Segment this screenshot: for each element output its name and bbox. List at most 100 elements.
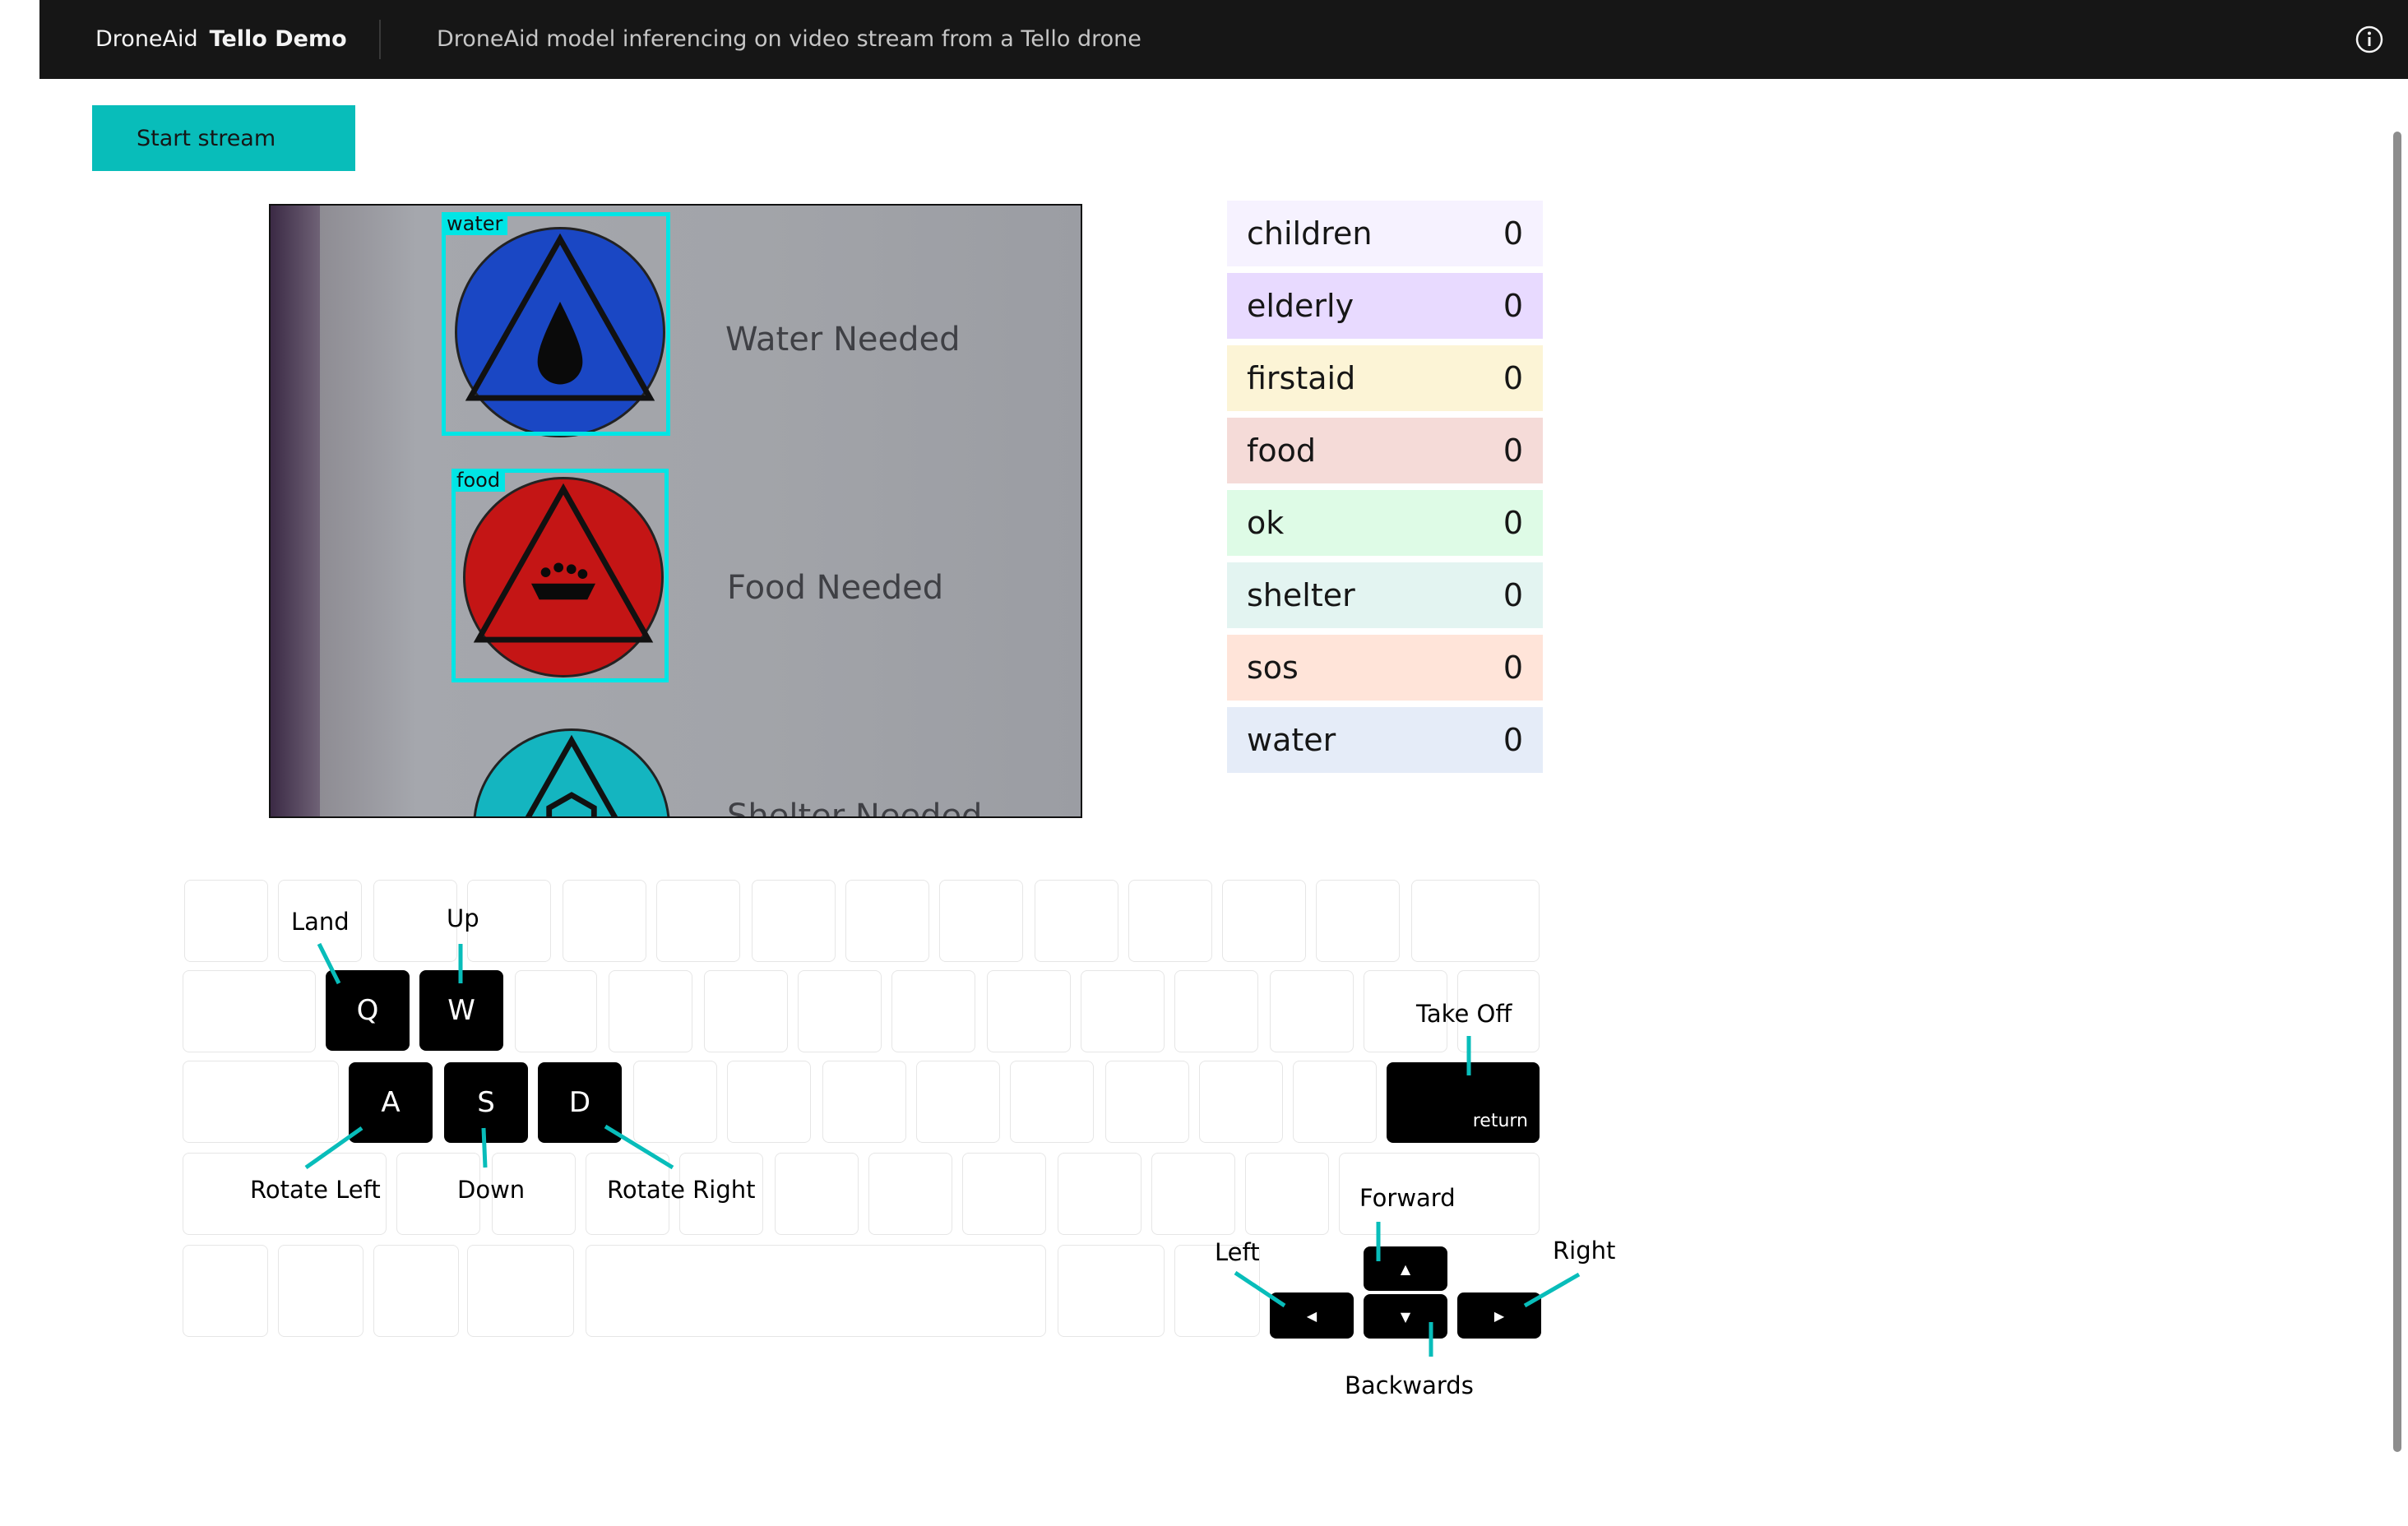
count-row-shelter: shelter 0 <box>1227 562 1543 628</box>
outline-key <box>704 970 788 1052</box>
count-value: 0 <box>1503 722 1523 758</box>
outline-key <box>183 1061 339 1143</box>
outline-key <box>775 1153 859 1235</box>
left-gutter <box>0 0 39 79</box>
water-sign-caption: Water Needed <box>725 321 961 358</box>
label-land: Land <box>291 908 350 936</box>
label-forward: Forward <box>1359 1184 1456 1212</box>
outline-key <box>1058 1153 1141 1235</box>
video-edge-shadow <box>271 206 320 816</box>
key-s[interactable]: S <box>444 1062 528 1143</box>
shelter-sign-image <box>473 728 670 816</box>
outline-key <box>184 880 268 962</box>
outline-key <box>467 880 551 962</box>
count-label: firstaid <box>1247 360 1356 396</box>
count-label: elderly <box>1247 288 1354 324</box>
count-value: 0 <box>1503 577 1523 613</box>
outline-key <box>1293 1061 1377 1143</box>
outline-key <box>183 1153 387 1235</box>
outline-key <box>1174 1245 1260 1337</box>
count-row-firstaid: firstaid 0 <box>1227 345 1543 411</box>
outline-key <box>373 880 457 962</box>
key-w[interactable]: W <box>419 970 503 1051</box>
outline-key <box>868 1153 952 1235</box>
outline-key <box>1081 970 1165 1052</box>
outline-key <box>822 1061 906 1143</box>
outline-key <box>1457 970 1540 1052</box>
count-label: children <box>1247 215 1373 252</box>
shelter-sign-graphic <box>525 734 618 816</box>
page-scrollbar[interactable] <box>2393 132 2401 1452</box>
key-down-arrow[interactable]: ▼ <box>1364 1294 1447 1339</box>
count-label: sos <box>1247 650 1299 686</box>
app-brand[interactable]: DroneAid Tello Demo <box>95 0 347 79</box>
header-subtitle: DroneAid model inferencing on video stre… <box>437 26 1141 52</box>
count-row-sos: sos 0 <box>1227 635 1543 701</box>
count-row-children: children 0 <box>1227 201 1543 266</box>
count-value: 0 <box>1503 288 1523 324</box>
key-up-arrow[interactable]: ▲ <box>1364 1246 1447 1291</box>
detection-counts: children 0 elderly 0 firstaid 0 food 0 o… <box>1227 201 1543 779</box>
outline-key <box>1339 1153 1540 1235</box>
label-down: Down <box>457 1176 526 1204</box>
outline-key <box>1364 970 1447 1052</box>
outline-key <box>278 880 362 962</box>
outline-key <box>916 1061 1000 1143</box>
outline-key <box>633 1061 717 1143</box>
outline-key <box>891 970 975 1052</box>
label-left: Left <box>1215 1238 1260 1266</box>
count-label: water <box>1247 722 1336 758</box>
count-label: ok <box>1247 505 1285 541</box>
outline-key <box>1151 1153 1235 1235</box>
outline-key <box>1316 880 1400 962</box>
detection-box-food: food <box>452 469 669 682</box>
outline-key <box>656 880 740 962</box>
key-left-arrow[interactable]: ◀ <box>1270 1292 1354 1339</box>
info-icon[interactable] <box>2354 24 2385 55</box>
food-sign-caption: Food Needed <box>727 569 944 607</box>
count-row-ok: ok 0 <box>1227 490 1543 556</box>
brand-name: Tello Demo <box>209 26 347 52</box>
label-backwards: Backwards <box>1345 1371 1474 1399</box>
outline-key <box>727 1061 811 1143</box>
outline-key <box>183 1245 268 1337</box>
video-stream: Water Needed Food Needed Shelter Needed … <box>269 204 1082 818</box>
outline-key <box>679 1153 763 1235</box>
count-value: 0 <box>1503 432 1523 469</box>
outline-key <box>798 970 882 1052</box>
outline-key <box>752 880 836 962</box>
count-label: shelter <box>1247 577 1355 613</box>
key-d[interactable]: D <box>538 1062 622 1143</box>
count-row-elderly: elderly 0 <box>1227 273 1543 339</box>
outline-key <box>1245 1153 1329 1235</box>
outline-key <box>1035 880 1118 962</box>
detection-label-water: water <box>442 212 508 235</box>
outline-key <box>563 880 646 962</box>
label-right: Right <box>1553 1237 1616 1265</box>
outline-key <box>492 1153 576 1235</box>
outline-key <box>373 1245 459 1337</box>
shelter-sign-caption: Shelter Needed <box>727 798 983 818</box>
header-divider <box>379 20 381 59</box>
outline-key <box>1270 970 1354 1052</box>
outline-key <box>183 970 316 1052</box>
start-stream-button[interactable]: Start stream <box>92 105 355 171</box>
outline-key <box>939 880 1023 962</box>
count-value: 0 <box>1503 650 1523 686</box>
detection-label-food: food <box>452 469 506 492</box>
key-q[interactable]: Q <box>326 970 410 1051</box>
count-label: food <box>1247 432 1316 469</box>
outline-key <box>278 1245 364 1337</box>
count-value: 0 <box>1503 360 1523 396</box>
outline-key <box>962 1153 1046 1235</box>
outline-key <box>467 1245 574 1337</box>
key-right-arrow[interactable]: ▶ <box>1457 1292 1541 1339</box>
outline-key <box>1128 880 1212 962</box>
outline-key <box>1411 880 1540 962</box>
key-a[interactable]: A <box>349 1062 433 1143</box>
outline-key <box>845 880 929 962</box>
key-return[interactable]: return <box>1387 1062 1540 1143</box>
outline-key <box>515 970 597 1052</box>
outline-key <box>1105 1061 1189 1143</box>
outline-key <box>396 1153 480 1235</box>
